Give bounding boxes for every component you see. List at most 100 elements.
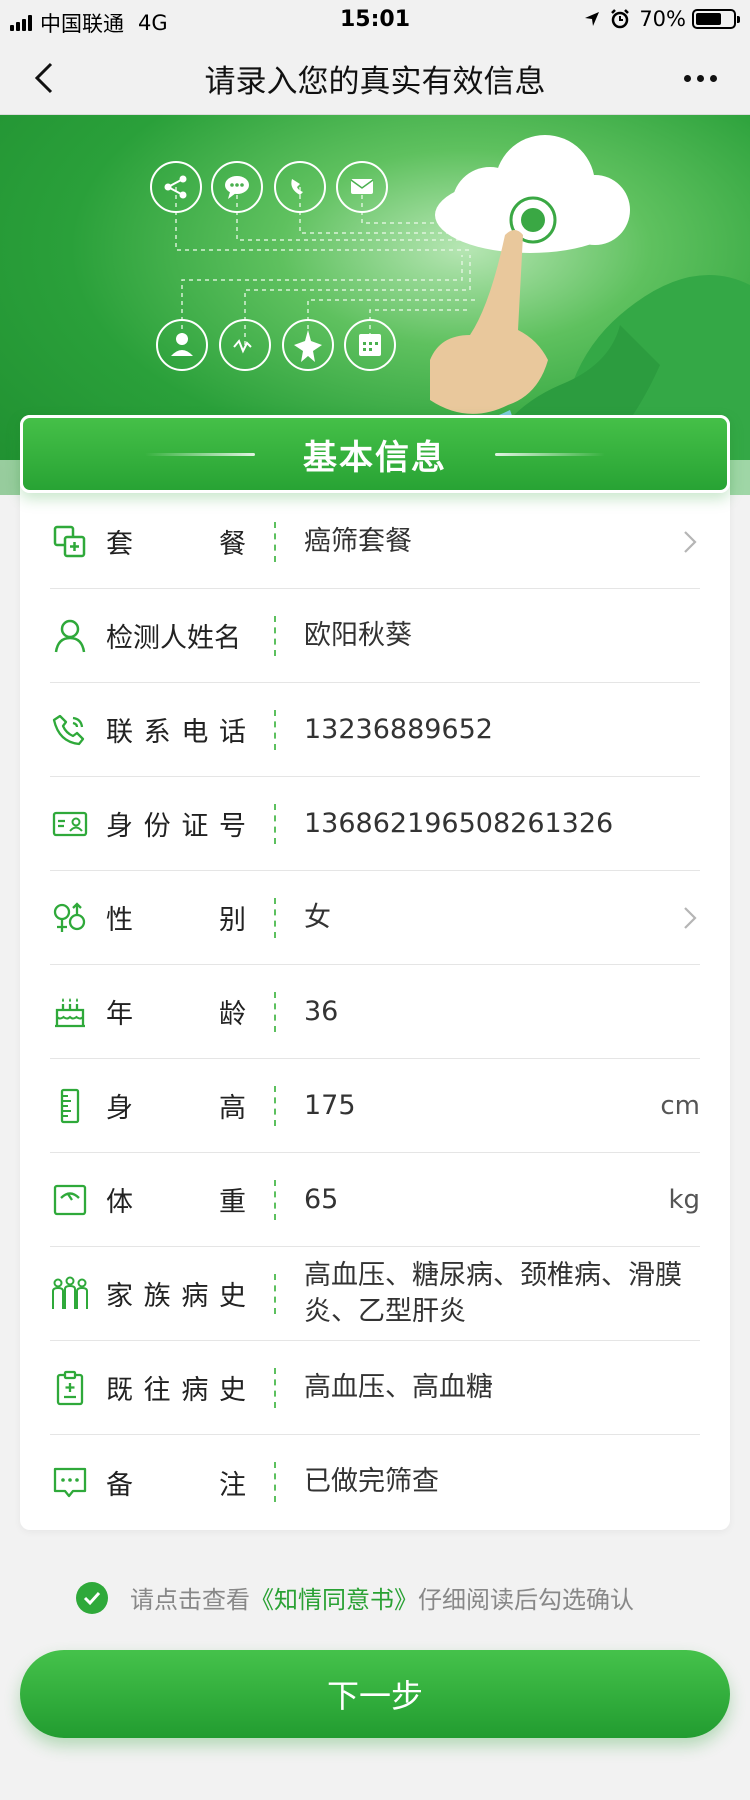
agreement-checkbox[interactable]	[76, 1581, 108, 1614]
card-title: 基本信息	[303, 437, 447, 478]
field-label-char: 病	[181, 1375, 209, 1406]
field-value[interactable]: 癌筛套餐	[304, 524, 680, 560]
dashed-divider	[274, 803, 276, 844]
basic-info-card: 基本信息 套餐癌筛套餐 检测人姓名 欧阳秋葵联系电话 13236889652 身份证号 1…	[20, 415, 730, 1530]
form-row: 家族病史 高血压、糖尿病、颈椎病、滑膜炎、乙型肝炎	[50, 1247, 700, 1341]
field-label-char: 检测人姓名	[106, 623, 241, 654]
chevron-right-icon	[684, 906, 697, 929]
field-label-char: 份	[143, 811, 171, 842]
ruler-icon	[50, 1086, 90, 1126]
field-value[interactable]: 36	[304, 994, 700, 1030]
status-bar: 中国联通 4G 15:01 70%	[0, 0, 750, 40]
field-label: 既往病史	[106, 1368, 246, 1407]
field-label: 套餐	[106, 522, 246, 561]
field-label-char: 别	[219, 905, 246, 936]
field-label-char: 注	[219, 1469, 246, 1501]
field-label-char: 重	[219, 1187, 246, 1218]
form-row: 既往病史 高血压、高血糖	[50, 1341, 700, 1435]
field-label: 体重	[106, 1180, 246, 1219]
location-arrow-icon	[585, 12, 600, 26]
alarm-icon	[611, 9, 630, 29]
more-dot-icon	[696, 74, 704, 82]
field-label-char: 往	[143, 1375, 171, 1406]
clipboard-icon	[50, 1368, 90, 1408]
nav-bar: 请录入您的真实有效信息	[0, 40, 750, 115]
field-value[interactable]: 高血压、糖尿病、颈椎病、滑膜炎、乙型肝炎	[304, 1258, 700, 1330]
package-icon	[50, 522, 90, 562]
card-header: 基本信息	[20, 415, 730, 493]
field-label-char: 既	[106, 1375, 133, 1406]
form-rows: 套餐癌筛套餐 检测人姓名 欧阳秋葵联系电话 13236889652 身份证号 136862…	[50, 495, 700, 1529]
field-value[interactable]: 欧阳秋葵	[304, 618, 700, 654]
status-right: 70%	[583, 7, 740, 31]
field-label-char: 史	[218, 1281, 246, 1312]
form-row: 体重 65 kg	[50, 1153, 700, 1247]
form-row: 联系电话 13236889652	[50, 683, 700, 777]
form-row: 身高 175 cm	[50, 1059, 700, 1153]
field-label-char: 身	[106, 811, 133, 842]
field-label: 联系电话	[106, 710, 246, 749]
field-label-char: 史	[218, 1375, 246, 1406]
more-button[interactable]	[670, 54, 730, 102]
field-label-char: 备	[106, 1469, 133, 1501]
consent-link[interactable]: 《知情同意书》	[250, 1580, 418, 1615]
chevron-right-icon-wrap	[680, 904, 700, 932]
scale-icon	[50, 1180, 90, 1220]
form-row: 身份证号 136862196508261326	[50, 777, 700, 871]
field-value[interactable]: 65	[304, 1182, 668, 1218]
field-label: 年龄	[106, 992, 246, 1031]
field-value[interactable]: 175	[304, 1088, 660, 1124]
dashed-divider	[274, 521, 276, 562]
person-icon	[50, 616, 90, 656]
phone-icon	[50, 710, 90, 750]
field-label-char: 电	[181, 717, 209, 748]
agreement-suffix: 仔细阅读后勾选确认	[418, 1586, 634, 1614]
cloud-icon	[435, 135, 630, 253]
field-label-char: 体	[106, 1187, 133, 1218]
form-row: 检测人姓名 欧阳秋葵	[50, 589, 700, 683]
field-value[interactable]: 女	[304, 900, 680, 936]
form-row[interactable]: 套餐癌筛套餐	[50, 495, 700, 589]
field-label: 身份证号	[106, 804, 246, 843]
field-label-char: 餐	[219, 529, 246, 560]
dashed-divider	[274, 1085, 276, 1126]
next-step-button[interactable]: 下一步	[20, 1650, 730, 1738]
battery-icon	[692, 9, 740, 29]
field-label-char: 联	[106, 717, 133, 748]
more-dot-icon	[709, 74, 717, 82]
field-value[interactable]: 136862196508261326	[304, 806, 700, 842]
form-row: 备 注 已做完筛查	[50, 1435, 700, 1529]
agreement-prefix: 请点击查看	[130, 1586, 250, 1614]
chevron-right-icon-wrap	[680, 528, 700, 556]
chevron-right-icon	[684, 530, 697, 553]
cake-icon	[50, 992, 90, 1032]
dashed-divider	[274, 1462, 276, 1502]
chat-icon	[50, 1462, 90, 1502]
field-label: 性别	[106, 898, 246, 937]
field-label-char: 性	[106, 905, 133, 936]
dashed-divider	[274, 709, 276, 750]
field-label: 检测人姓名	[106, 616, 246, 655]
id-card-icon	[50, 804, 90, 844]
field-value[interactable]: 高血压、高血糖	[304, 1370, 700, 1406]
field-value[interactable]: 已做完筛查	[304, 1464, 700, 1500]
field-label-char: 身	[106, 1093, 133, 1124]
field-label-char: 高	[219, 1093, 246, 1124]
field-label-char: 号	[218, 811, 246, 842]
field-label-char: 家	[106, 1281, 133, 1312]
unit-label: kg	[668, 1184, 700, 1215]
dashed-divider	[274, 1179, 276, 1220]
battery-percent: 70%	[639, 7, 686, 31]
dashed-divider	[274, 1367, 276, 1408]
form-row[interactable]: 性别女	[50, 871, 700, 965]
check-icon	[83, 1591, 101, 1605]
decor-line-right	[495, 452, 605, 456]
field-label-char: 话	[218, 717, 246, 748]
family-icon	[50, 1274, 90, 1314]
dashed-divider	[274, 1273, 276, 1314]
field-label-char: 套	[106, 529, 133, 560]
more-dot-icon	[683, 74, 691, 82]
field-value[interactable]: 13236889652	[304, 712, 700, 748]
field-label-char: 族	[143, 1281, 171, 1312]
page-title: 请录入您的真实有效信息	[204, 64, 546, 100]
